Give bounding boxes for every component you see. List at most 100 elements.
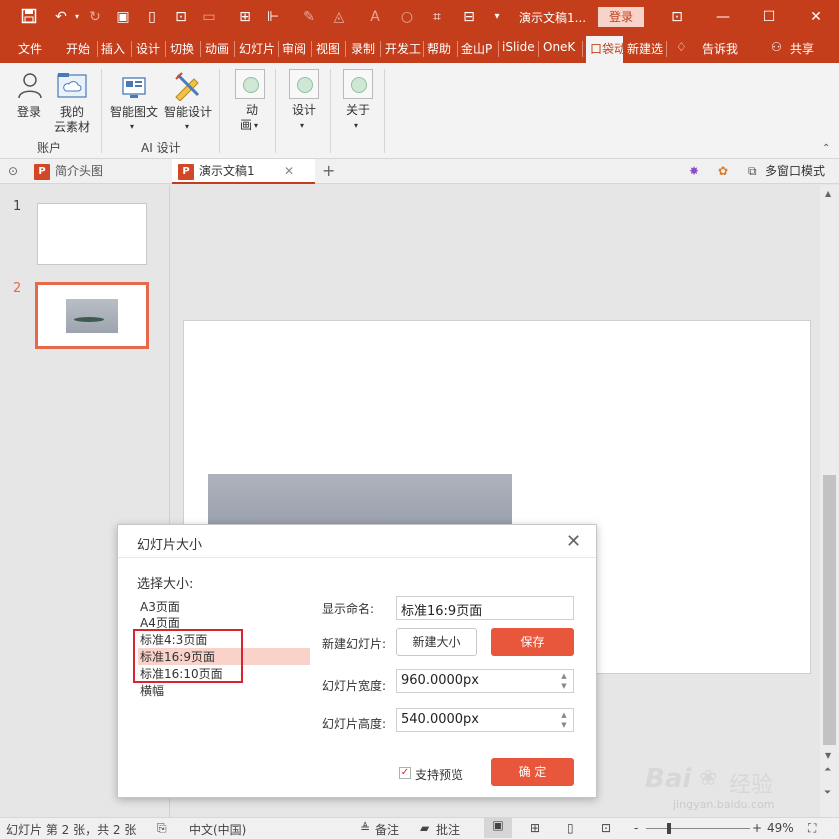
prev-slide-icon[interactable]: ⏶ <box>824 765 831 775</box>
tab-home-icon[interactable]: ⊙ <box>8 159 18 184</box>
slide-sorter-icon[interactable]: ⊞ <box>530 821 540 835</box>
new-size-button[interactable]: 新建大小 <box>396 628 477 656</box>
dialog-close-icon[interactable]: ✕ <box>566 533 581 551</box>
animation-button-icon[interactable] <box>235 69 265 99</box>
close-icon[interactable]: ✕ <box>793 0 839 34</box>
next-slide-icon[interactable]: ⏷ <box>824 788 831 798</box>
smart-text-label[interactable]: 智能图文 <box>110 105 158 120</box>
animation-label-1[interactable]: 动 <box>246 103 258 118</box>
design-dropdown-icon[interactable]: ▾ <box>300 118 304 133</box>
menu-record[interactable]: 录制 <box>351 40 375 57</box>
new-file-icon[interactable]: ▯ <box>143 8 161 26</box>
zoom-in-button[interactable]: + <box>752 821 762 835</box>
screenshot-icon[interactable]: ⌗ <box>428 8 446 26</box>
collapse-ribbon-icon[interactable]: ⌃ <box>822 143 830 154</box>
about-label[interactable]: 关于 <box>346 103 370 118</box>
comments-button[interactable]: 批注 <box>436 821 460 838</box>
layout-icon[interactable]: ⊩ <box>264 8 282 26</box>
minimize-icon[interactable]: — <box>700 0 746 34</box>
customize-toolbar-icon[interactable]: ▾ <box>488 8 506 26</box>
comments-icon[interactable]: ▰ <box>420 821 429 835</box>
slide-thumbnail-1[interactable] <box>37 203 147 265</box>
print-preview-icon[interactable]: ⊡ <box>172 8 190 26</box>
spellcheck-icon[interactable]: ⎘ <box>157 821 167 836</box>
cloud-folder-icon[interactable] <box>57 72 87 101</box>
scroll-down-icon[interactable]: ▼ <box>825 751 831 760</box>
menu-pocket-animation[interactable]: 口袋动 <box>586 36 623 63</box>
notes-icon[interactable]: ≜ <box>360 821 370 835</box>
menu-developer[interactable]: 开发工 <box>385 40 421 57</box>
menu-transition[interactable]: 切换 <box>170 40 194 57</box>
smart-design-dropdown-icon[interactable]: ▾ <box>185 119 189 134</box>
scroll-up-icon[interactable]: ▲ <box>825 189 831 198</box>
multi-window-icon[interactable]: ⧉ <box>748 159 757 184</box>
design-button-icon[interactable] <box>289 69 319 99</box>
scroll-thumb[interactable] <box>823 475 836 745</box>
slide-width-field[interactable]: 960.0000px <box>396 669 574 693</box>
smart-text-icon[interactable] <box>120 73 148 104</box>
menu-home[interactable]: 开始 <box>66 40 90 57</box>
menu-insert[interactable]: 插入 <box>101 40 125 57</box>
ok-button[interactable]: 确 定 <box>491 758 574 786</box>
menu-tell-me[interactable]: 告诉我 <box>702 40 738 57</box>
zoom-slider[interactable] <box>646 828 750 829</box>
fit-window-icon[interactable]: ⛶ <box>808 821 816 836</box>
grid-icon[interactable]: ⊞ <box>236 8 254 26</box>
animation-label-2[interactable]: 画 <box>240 118 252 133</box>
menu-animation[interactable]: 动画 <box>205 40 229 57</box>
slideshow-icon[interactable]: ▣ <box>114 8 132 26</box>
menu-design[interactable]: 设计 <box>136 40 160 57</box>
smart-design-icon[interactable] <box>172 71 202 104</box>
vertical-scrollbar[interactable]: ▲ ▼ ⏶ ⏷ <box>820 185 839 817</box>
menu-file[interactable]: 文件 <box>18 40 42 57</box>
slide-thumbnail-2[interactable] <box>35 282 149 349</box>
font-color-icon[interactable]: A <box>366 8 384 26</box>
my-assets-label-1[interactable]: 我的 <box>60 105 84 120</box>
multi-window-mode[interactable]: 多窗口模式 <box>765 159 825 184</box>
height-spinner-icon[interactable]: ▲ ▼ <box>555 709 573 731</box>
shape-icon[interactable]: ○ <box>398 8 416 26</box>
notes-button[interactable]: 备注 <box>375 821 399 838</box>
about-button-icon[interactable] <box>343 69 373 99</box>
slide-photo[interactable] <box>208 474 512 526</box>
tab-presentation1-label[interactable]: P 演示文稿1 <box>178 159 255 184</box>
user-icon[interactable] <box>16 71 44 102</box>
normal-view-icon[interactable]: ▣ <box>484 818 512 838</box>
language[interactable]: 中文(中国) <box>189 821 246 838</box>
my-assets-label-2[interactable]: 云素材 <box>54 120 90 135</box>
about-dropdown-icon[interactable]: ▾ <box>354 118 358 133</box>
image-icon[interactable]: ▭ <box>200 8 218 26</box>
menu-view[interactable]: 视图 <box>316 40 340 57</box>
more-icon[interactable]: ⊟ <box>460 8 478 26</box>
width-spinner-icon[interactable]: ▲ ▼ <box>555 670 573 692</box>
new-tab-button[interactable]: + <box>322 159 335 184</box>
animation-dropdown-icon[interactable]: ▾ <box>254 118 258 133</box>
ribbon-login-label[interactable]: 登录 <box>17 105 41 120</box>
slideshow-view-icon[interactable]: ⊡ <box>601 821 611 835</box>
preview-checkbox[interactable]: ✓ <box>399 767 411 779</box>
undo-dropdown-icon[interactable]: ▾ <box>68 8 86 26</box>
design-label[interactable]: 设计 <box>292 103 316 118</box>
fill-color-icon[interactable]: ◬ <box>330 8 348 26</box>
login-button[interactable]: 登录 <box>598 7 644 27</box>
menu-onekey[interactable]: OneK <box>543 40 575 54</box>
settings-gear-icon[interactable]: ✿ <box>718 159 728 184</box>
menu-review[interactable]: 审阅 <box>282 40 306 57</box>
lightbulb-icon[interactable]: ♢ <box>676 40 687 54</box>
zoom-slider-thumb[interactable] <box>667 823 671 834</box>
smart-design-label[interactable]: 智能设计 <box>164 105 212 120</box>
menu-help[interactable]: 帮助 <box>427 40 451 57</box>
tab-close-icon[interactable]: ✕ <box>284 159 294 184</box>
zoom-level[interactable]: 49% <box>767 821 794 835</box>
menu-share[interactable]: 共享 <box>790 40 814 57</box>
eyedropper-icon[interactable]: ✎ <box>300 8 318 26</box>
size-option-a3[interactable]: A3页面 <box>140 598 180 615</box>
maximize-icon[interactable]: ☐ <box>746 0 792 34</box>
redo-icon[interactable]: ↻ <box>86 8 104 26</box>
magic-icon[interactable]: ✸ <box>689 159 699 184</box>
menu-kingsoft[interactable]: 金山P <box>461 40 492 57</box>
zoom-out-button[interactable]: - <box>634 821 638 835</box>
menu-new-tab[interactable]: 新建选 <box>627 40 664 57</box>
save-button[interactable]: 保存 <box>491 628 574 656</box>
slide-height-field[interactable]: 540.0000px <box>396 708 574 732</box>
